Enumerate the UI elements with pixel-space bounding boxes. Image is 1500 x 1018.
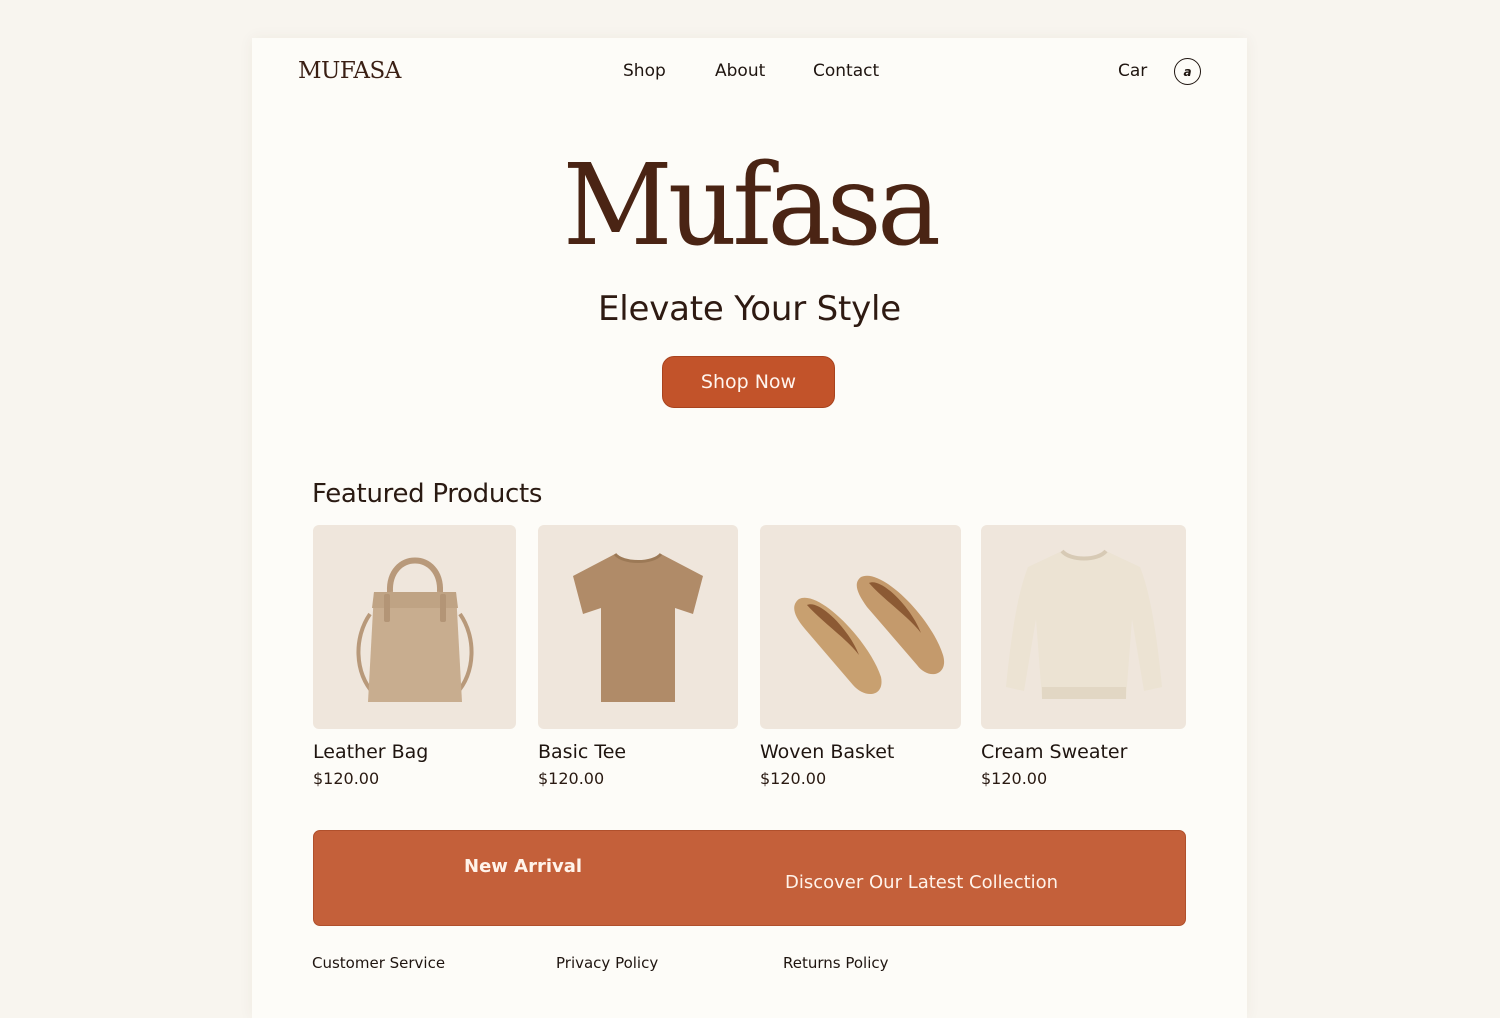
bag-icon <box>356 557 473 702</box>
product-card[interactable]: Leather Bag $120.00 <box>313 525 516 788</box>
product-image[interactable] <box>760 525 961 729</box>
product-image[interactable] <box>313 525 516 729</box>
product-image[interactable] <box>981 525 1186 729</box>
product-card[interactable]: Basic Tee $120.00 <box>538 525 738 788</box>
product-card[interactable]: Cream Sweater $120.00 <box>981 525 1186 788</box>
banner-cta-text[interactable]: Discover Our Latest Collection <box>785 872 1058 893</box>
nav-contact-link[interactable]: Contact <box>813 61 879 81</box>
nav-about-link[interactable]: About <box>715 61 765 81</box>
product-name[interactable]: Basic Tee <box>538 741 738 763</box>
sweater-icon <box>1005 549 1162 699</box>
hero-subtitle: Elevate Your Style <box>597 289 902 329</box>
product-name[interactable]: Leather Bag <box>313 741 516 763</box>
product-card[interactable]: Woven Basket $120.00 <box>760 525 961 788</box>
footer-privacy-policy-link[interactable]: Privacy Policy <box>556 954 658 972</box>
product-name[interactable]: Cream Sweater <box>981 741 1186 763</box>
product-price: $120.00 <box>760 769 827 788</box>
account-icon[interactable]: a <box>1174 58 1201 85</box>
product-name[interactable]: Woven Basket <box>760 741 961 763</box>
account-icon-glyph: a <box>1183 64 1192 79</box>
product-price: $120.00 <box>981 769 1048 788</box>
featured-products-heading: Featured Products <box>312 479 543 509</box>
nav-cart-link[interactable]: Car <box>1118 61 1147 81</box>
banner-heading: New Arrival <box>464 856 583 877</box>
page-container: MUFASA Shop About Contact Car a Mufasa E… <box>252 38 1247 1018</box>
nav-shop-link[interactable]: Shop <box>623 61 666 81</box>
new-arrival-banner[interactable]: New Arrival Discover Our Latest Collecti… <box>313 830 1186 926</box>
footer-customer-service-link[interactable]: Customer Service <box>312 954 445 972</box>
site-logo[interactable]: MUFASA <box>298 58 401 84</box>
product-price: $120.00 <box>313 769 380 788</box>
shop-now-button[interactable]: Shop Now <box>662 356 835 408</box>
product-price: $120.00 <box>538 769 605 788</box>
hero-title: Mufasa <box>562 141 942 271</box>
tshirt-icon <box>573 552 703 702</box>
flat-shoes-icon <box>793 575 944 695</box>
product-image[interactable] <box>538 525 738 729</box>
footer-returns-policy-link[interactable]: Returns Policy <box>783 954 889 972</box>
